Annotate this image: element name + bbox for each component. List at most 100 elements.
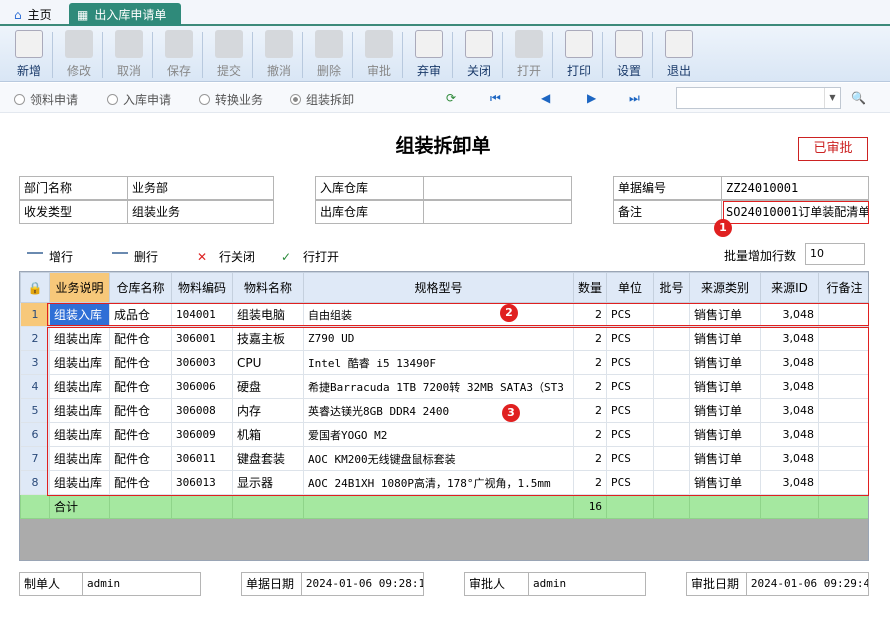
radio-label: 转换业务 — [215, 93, 264, 107]
total-qty: 16 — [573, 494, 607, 519]
search-input[interactable]: ▼ — [676, 87, 841, 109]
approve-date-field[interactable]: 审批日期 2024-01-06 09:29:43 — [686, 572, 869, 596]
approver-field[interactable]: 审批人 admin — [464, 572, 646, 596]
toolbar-button[interactable]: 设置 — [605, 30, 653, 80]
close-row-label: 行关闭 — [219, 250, 256, 264]
toolbar-button[interactable]: 审批 — [355, 30, 403, 80]
col-header[interactable]: 仓库名称 — [109, 272, 172, 303]
toolbar-button-label: 打印 — [566, 64, 591, 78]
radio-icon — [107, 94, 118, 105]
col-header[interactable]: 物料名称 — [232, 272, 304, 303]
col-header[interactable]: 批号 — [653, 272, 690, 303]
total-cell — [818, 494, 868, 519]
row-number[interactable]: 5 — [20, 398, 50, 423]
toolbar-button[interactable]: 撤消 — [255, 30, 303, 80]
close-row-button[interactable]: ✕ 行关闭 — [197, 248, 255, 265]
col-header[interactable]: 单位 — [606, 272, 654, 303]
toolbar-button[interactable]: 弃审 — [405, 30, 453, 80]
row-number[interactable]: 6 — [20, 422, 50, 447]
radio-selected-icon — [290, 94, 301, 105]
radio-conversion[interactable]: 转换业务 — [199, 91, 263, 108]
toolbar-button[interactable]: 修改 — [55, 30, 103, 80]
col-header[interactable]: 行备注 — [818, 272, 868, 303]
total-label: 合计 — [49, 494, 110, 519]
toolbar-button[interactable]: 新增 — [5, 30, 53, 80]
toolbar-button-label: 设置 — [616, 64, 641, 78]
total-cell — [303, 494, 574, 519]
col-header[interactable]: 来源ID — [760, 272, 819, 303]
batch-add-input[interactable]: 10 — [805, 243, 865, 265]
col-header[interactable]: 数量 — [573, 272, 607, 303]
maker-field[interactable]: 制单人 admin — [19, 572, 201, 596]
toolbar-button[interactable]: 提交 — [205, 30, 253, 80]
edit-icon — [65, 30, 93, 58]
radio-inbound-request[interactable]: 入库申请 — [107, 91, 171, 108]
save-icon — [165, 30, 193, 58]
radio-material-request[interactable]: 领料申请 — [14, 91, 78, 108]
delete-row-button[interactable]: 删行 — [112, 248, 158, 265]
toolbar-button[interactable]: 退出 — [655, 30, 703, 80]
type-field[interactable]: 收发类型 组装业务 — [19, 200, 274, 224]
annotation-box-row-1 — [47, 303, 869, 326]
print-icon — [565, 30, 593, 58]
row-number[interactable]: 1 — [20, 302, 50, 327]
home-icon: ⌂ — [14, 7, 22, 22]
radio-label: 领料申请 — [30, 93, 79, 107]
refresh-icon[interactable]: ⟳ — [446, 91, 456, 105]
docno-field[interactable]: 单据编号 ZZ24010001 — [613, 176, 869, 200]
row-number[interactable]: 4 — [20, 374, 50, 399]
toolbar-button[interactable]: 打印 — [555, 30, 603, 80]
toolbar-button-label: 取消 — [116, 64, 141, 78]
doc-date-field[interactable]: 单据日期 2024-01-06 09:28:12 — [241, 572, 424, 596]
doc-date-label: 单据日期 — [242, 573, 302, 595]
next-record-icon[interactable]: ▶ — [587, 91, 596, 105]
row-number[interactable]: 8 — [20, 470, 50, 495]
toolbar-button[interactable]: 取消 — [105, 30, 153, 80]
row-number[interactable]: 2 — [20, 326, 50, 351]
annotation-badge-2: 2 — [500, 304, 518, 322]
delete-row-icon — [112, 251, 128, 262]
toolbar-button[interactable]: 删除 — [305, 30, 353, 80]
out-warehouse-field[interactable]: 出库仓库 — [315, 200, 572, 224]
dept-field[interactable]: 部门名称 业务部 — [19, 176, 274, 200]
col-header[interactable]: 来源类别 — [689, 272, 761, 303]
tab-stock-request[interactable]: ▦ 出入库申请单 — [69, 3, 181, 26]
toolbar-button-label: 修改 — [66, 64, 91, 78]
last-record-icon[interactable]: ⏭ — [629, 91, 640, 106]
row-number[interactable]: 3 — [20, 350, 50, 375]
toolbar-button[interactable]: 保存 — [155, 30, 203, 80]
col-header[interactable]: 业务说明 — [49, 272, 110, 303]
toolbar-button-label: 弃审 — [416, 64, 441, 78]
chevron-down-icon[interactable]: ▼ — [824, 88, 840, 108]
submit-icon — [215, 30, 243, 58]
add-row-label: 增行 — [49, 250, 74, 264]
batch-add-label: 批量增加行数 — [724, 249, 797, 263]
toolbar-button-label: 新增 — [16, 64, 41, 78]
first-record-icon[interactable]: ⏮ — [490, 91, 501, 106]
radio-assembly[interactable]: 组装拆卸 — [290, 91, 354, 108]
add-row-button[interactable]: 增行 — [27, 248, 73, 265]
annotation-badge-1: 1 — [714, 219, 732, 237]
open-row-label: 行打开 — [303, 250, 340, 264]
out-warehouse-value — [424, 201, 571, 223]
row-number[interactable]: 7 — [20, 446, 50, 471]
prev-record-icon[interactable]: ◀ — [541, 91, 550, 105]
open-row-button[interactable]: ✓ 行打开 — [281, 248, 339, 265]
table-header: 🔒 业务说明 仓库名称 物料编码 物料名称 规格型号 数量 单位 批号 来源类别… — [20, 272, 868, 303]
type-label: 收发类型 — [20, 201, 128, 223]
total-cell — [760, 494, 819, 519]
annotation-box-remark — [723, 201, 869, 224]
radio-label: 入库申请 — [123, 93, 172, 107]
in-warehouse-field[interactable]: 入库仓库 — [315, 176, 572, 200]
toolbar-button[interactable]: 打开 — [505, 30, 553, 80]
dept-value: 业务部 — [132, 181, 169, 195]
toolbar: 新增 修改 取消 保存 提交 撤消 删除 审批 弃审 关闭 打开 打印 设置 退出 — [0, 26, 890, 82]
col-header[interactable]: 规格型号 — [303, 272, 574, 303]
lock-icon[interactable]: 🔒 — [20, 272, 50, 303]
docno-label: 单据编号 — [614, 177, 722, 199]
col-header[interactable]: 物料编码 — [171, 272, 233, 303]
tab-home[interactable]: ⌂ 主页 — [6, 3, 60, 26]
search-icon[interactable]: 🔍 — [851, 91, 866, 105]
toolbar-button[interactable]: 关闭 — [455, 30, 503, 80]
undo-icon — [115, 30, 143, 58]
